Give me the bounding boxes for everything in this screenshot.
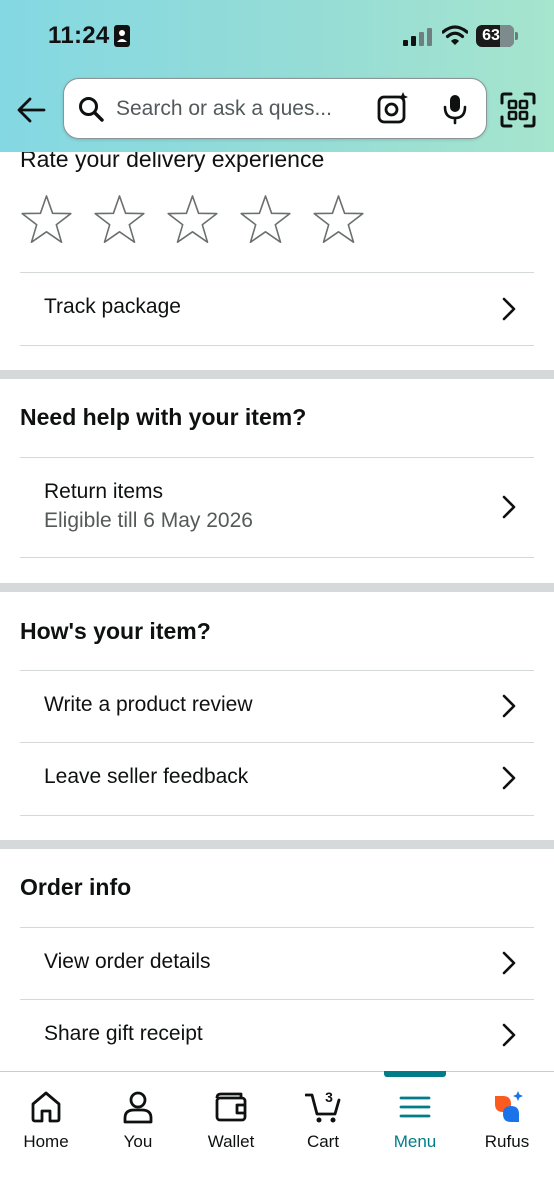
chevron-right-icon	[502, 1023, 516, 1047]
return-items-row[interactable]: Return items Eligible till 6 May 2026	[20, 457, 534, 558]
star-rating[interactable]	[20, 194, 365, 244]
nav-rufus-label: Rufus	[484, 1132, 530, 1151]
star-2-icon[interactable]	[93, 194, 146, 244]
home-icon	[31, 1091, 61, 1123]
search-icon	[79, 97, 104, 122]
user-icon	[123, 1091, 153, 1124]
nav-you[interactable]: You	[92, 1072, 184, 1172]
nav-wallet-label: Wallet	[207, 1132, 255, 1151]
bottom-navigation: Home You Wallet 3 Cart Menu Rufus	[0, 1071, 554, 1199]
battery-level: 63	[482, 27, 500, 44]
cart-count-badge: 3	[325, 1089, 333, 1105]
nav-menu-label: Menu	[393, 1132, 437, 1151]
order-info-title: Order info	[20, 874, 132, 900]
track-package-row[interactable]: Track package	[20, 272, 534, 346]
barcode-scan-icon[interactable]	[500, 92, 536, 128]
microphone-icon[interactable]	[442, 93, 468, 125]
section-divider	[0, 370, 554, 379]
status-bar: 11:24 63	[0, 0, 554, 72]
nav-rufus[interactable]: Rufus	[461, 1072, 553, 1172]
write-review-label: Write a product review	[44, 693, 253, 716]
section-divider	[0, 840, 554, 849]
menu-icon	[399, 1096, 431, 1118]
star-4-icon[interactable]	[239, 194, 292, 244]
nav-menu[interactable]: Menu	[369, 1072, 461, 1172]
wifi-icon	[442, 25, 468, 45]
view-order-details-label: View order details	[44, 950, 211, 973]
id-card-icon	[114, 25, 130, 47]
help-section-title: Need help with your item?	[20, 404, 307, 430]
star-5-icon[interactable]	[312, 194, 365, 244]
cellular-signal-icon	[403, 28, 432, 46]
search-input[interactable]	[116, 91, 366, 127]
chevron-right-icon	[502, 297, 516, 321]
chevron-right-icon	[502, 766, 516, 790]
camera-search-icon[interactable]	[376, 91, 410, 125]
status-time: 11:24	[48, 22, 110, 49]
nav-wallet[interactable]: Wallet	[185, 1072, 277, 1172]
section-divider	[0, 583, 554, 592]
app-header: 11:24 63	[0, 0, 554, 152]
seller-feedback-row[interactable]: Leave seller feedback	[20, 742, 534, 816]
chevron-right-icon	[502, 694, 516, 718]
seller-feedback-label: Leave seller feedback	[44, 765, 249, 788]
track-package-label: Track package	[44, 295, 181, 318]
return-eligibility-text: Eligible till 6 May 2026	[44, 509, 253, 532]
rufus-icon	[495, 1091, 523, 1122]
search-bar[interactable]	[63, 78, 487, 139]
back-arrow-icon[interactable]	[14, 92, 50, 128]
cart-icon: 3	[304, 1089, 341, 1124]
nav-cart[interactable]: 3 Cart	[277, 1072, 369, 1172]
nav-cart-label: Cart	[306, 1132, 340, 1151]
chevron-right-icon	[502, 495, 516, 519]
nav-home[interactable]: Home	[0, 1072, 92, 1172]
order-page-content: Rate your delivery experience Track pack…	[0, 0, 554, 1199]
share-gift-receipt-row[interactable]: Share gift receipt	[20, 999, 534, 1071]
return-items-label: Return items	[44, 480, 164, 503]
star-1-icon[interactable]	[20, 194, 73, 244]
view-order-details-row[interactable]: View order details	[20, 927, 534, 1000]
chevron-right-icon	[502, 951, 516, 975]
item-section-title: How's your item?	[20, 618, 211, 644]
write-review-row[interactable]: Write a product review	[20, 670, 534, 743]
share-gift-receipt-label: Share gift receipt	[44, 1022, 203, 1045]
star-3-icon[interactable]	[166, 194, 219, 244]
battery-icon: 63	[476, 25, 518, 47]
nav-you-label: You	[123, 1132, 153, 1151]
wallet-icon	[215, 1092, 247, 1122]
nav-home-label: Home	[23, 1132, 69, 1151]
